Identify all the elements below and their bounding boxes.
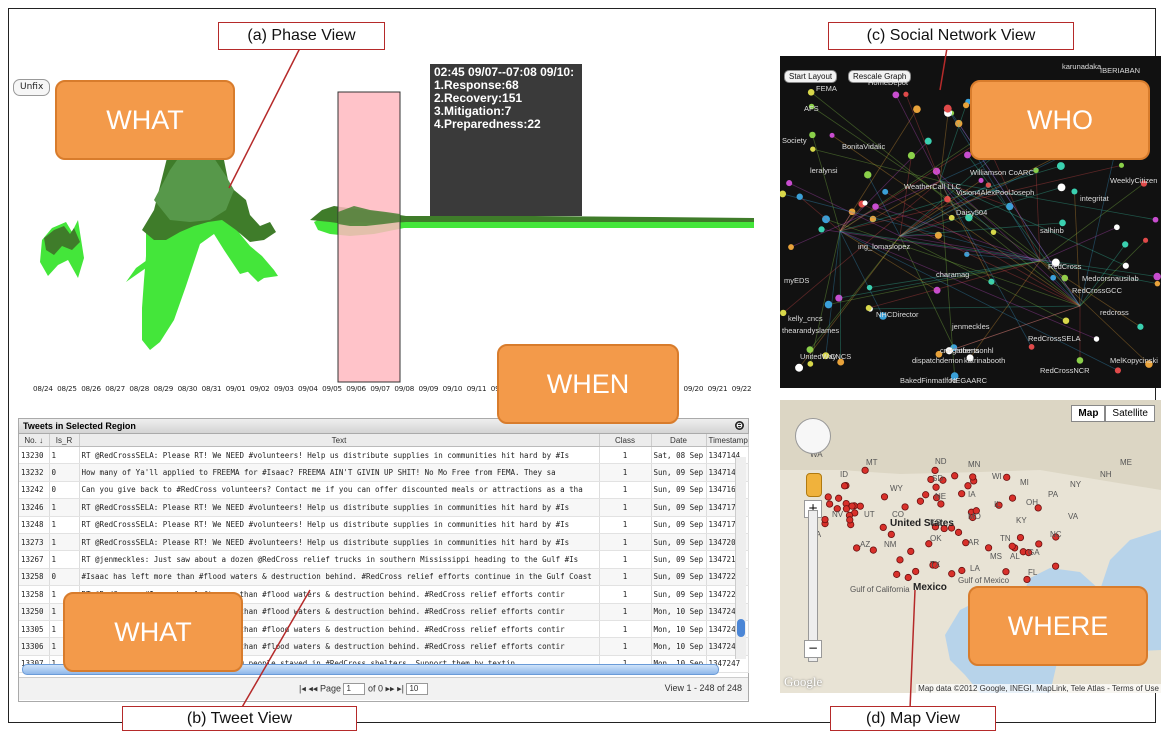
phase-view-callout: (a) Phase View	[218, 22, 385, 50]
map-view-callout: (d) Map View	[830, 706, 996, 731]
tweet-view-callout: (b) Tweet View	[122, 706, 357, 731]
what-tag-bottom: WHAT	[63, 592, 243, 672]
what-tag-top: WHAT	[55, 80, 235, 160]
where-tag: WHERE	[968, 586, 1148, 666]
when-tag: WHEN	[497, 344, 679, 424]
social-view-callout: (c) Social Network View	[828, 22, 1074, 50]
who-tag: WHO	[970, 80, 1150, 160]
